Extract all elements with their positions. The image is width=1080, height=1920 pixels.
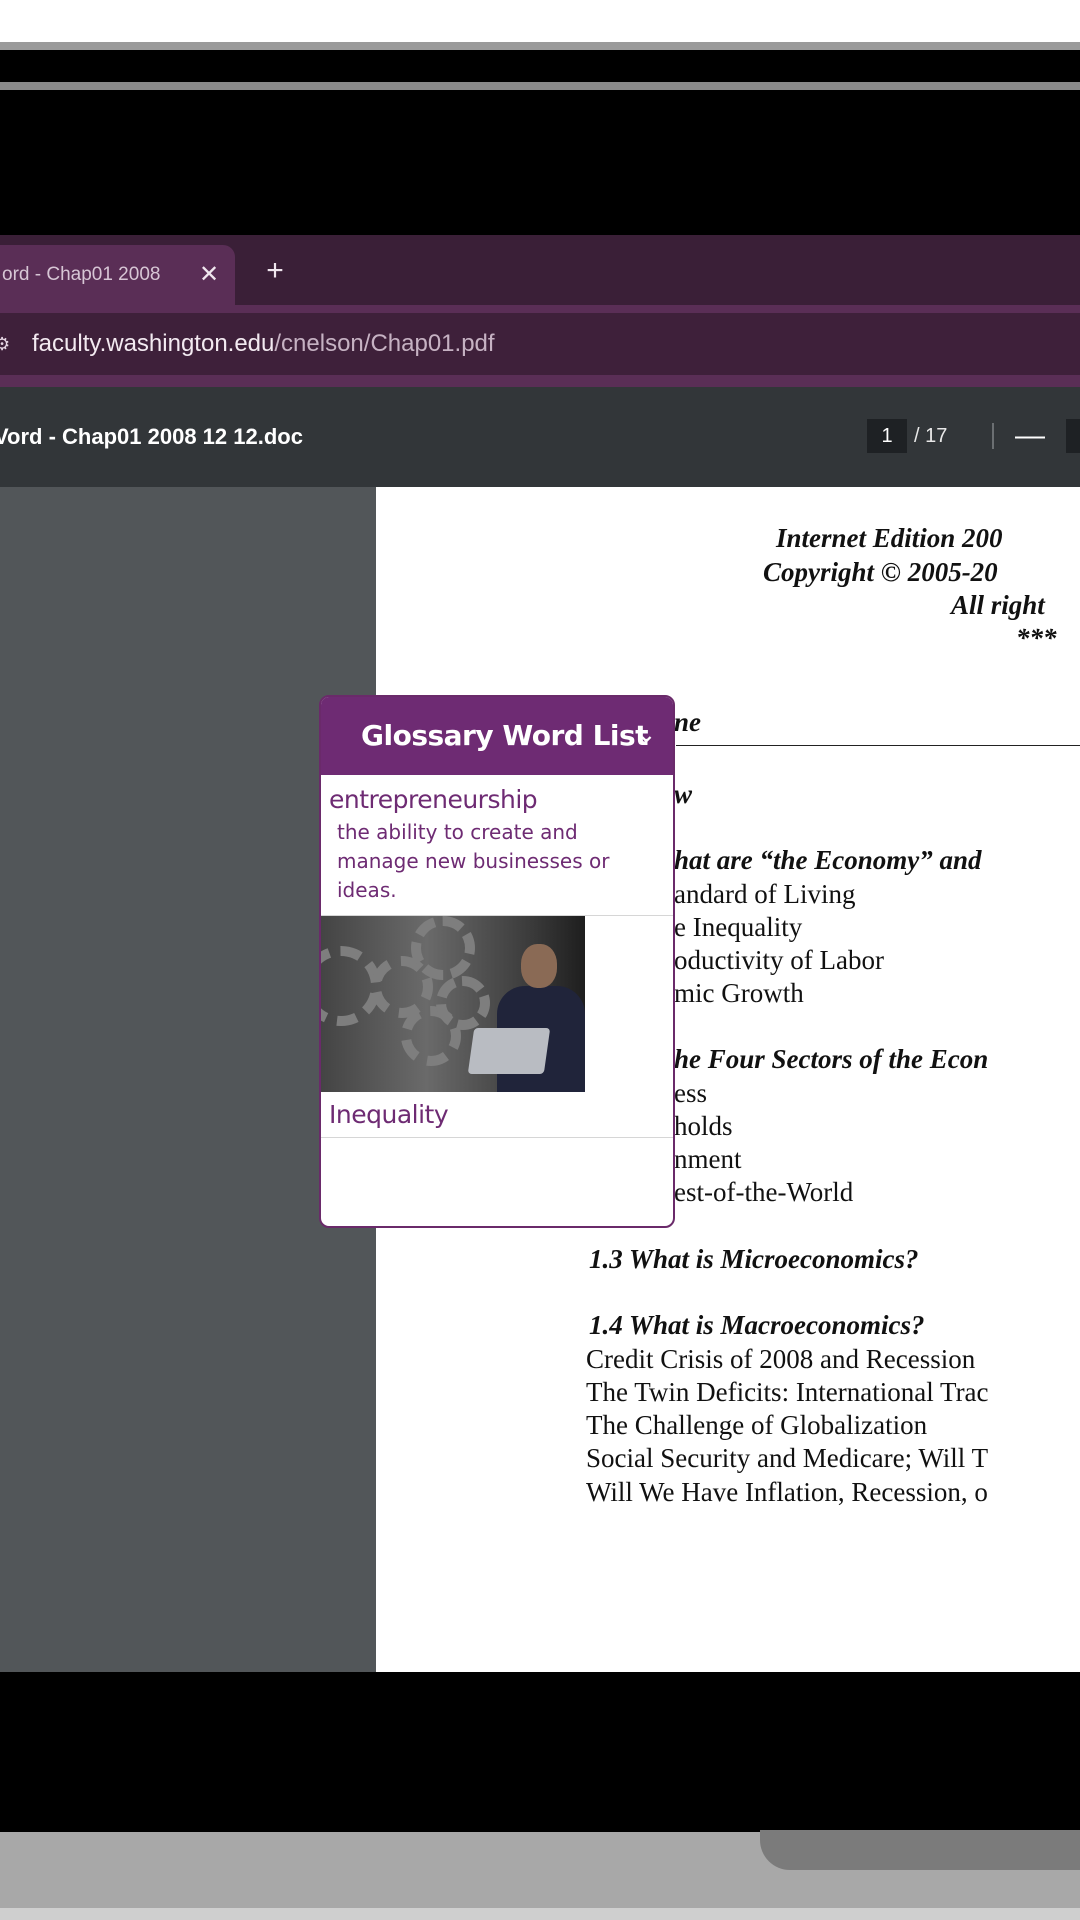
tab-title: ord - Chap01 2008 — [2, 264, 161, 285]
section-1-3-item: nment — [674, 1144, 742, 1174]
close-icon[interactable]: ✕ — [196, 245, 222, 305]
site-info-icon[interactable]: ⚙ — [0, 331, 18, 357]
new-tab-button[interactable]: + — [258, 251, 292, 291]
pdf-toolbar: Vord - Chap01 2008 12 12.doc 1 / 17 — — [0, 387, 1080, 487]
pdf-document-title: Vord - Chap01 2008 12 12.doc — [0, 424, 303, 449]
section-1-3-item: ess — [674, 1078, 707, 1108]
header-line-4: *** — [1016, 623, 1057, 653]
macro-item: Social Security and Medicare; Will T — [586, 1443, 989, 1473]
glossary-separator — [321, 1137, 673, 1138]
bottom-pill-shape — [760, 1830, 1080, 1870]
glossary-image — [321, 916, 585, 1092]
section-1-1-fragment: w — [674, 779, 693, 809]
url-path: /cnelson/Chap01.pdf — [274, 330, 495, 357]
header-line-3: All right — [951, 590, 1045, 620]
section-1-2-item: e Inequality — [674, 912, 803, 942]
section-1-3-item: holds — [674, 1111, 733, 1141]
bottom-black-area — [0, 1672, 1080, 1832]
page-number-input[interactable]: 1 — [867, 419, 907, 453]
url-text: faculty.washington.edu/cnelson/Chap01.pd… — [32, 313, 495, 375]
outline-heading: ne — [674, 707, 701, 737]
micro-title: 1.3 What is Microeconomics? — [589, 1244, 919, 1274]
macro-title: 1.4 What is Macroeconomics? — [589, 1310, 925, 1340]
zoom-level-input[interactable] — [1066, 419, 1080, 453]
gear-icon — [411, 916, 475, 980]
url-host: faculty.washington.edu — [32, 330, 275, 357]
section-1-2-title: hat are “the Economy” and — [674, 845, 982, 875]
outline-rule — [676, 745, 1080, 746]
bottom-light-band — [0, 1908, 1080, 1920]
macro-item: The Challenge of Globalization — [586, 1410, 928, 1440]
active-tab[interactable]: ord - Chap01 2008 ✕ — [0, 245, 235, 305]
glossary-header[interactable]: Glossary Word List ⌄ — [321, 697, 673, 775]
glossary-definition: the ability to create and manage new bus… — [337, 820, 610, 902]
section-1-3-fragment-title: he Four Sectors of the Econ — [674, 1044, 989, 1074]
header-line-1: Internet Edition 200 — [776, 523, 1003, 553]
macro-item: Will We Have Inflation, Recession, o — [586, 1477, 988, 1507]
glossary-term[interactable]: entrepreneurship — [321, 775, 673, 814]
top-black-strip — [0, 50, 1080, 82]
zoom-out-button[interactable]: — — [1012, 419, 1048, 453]
top-white-bar — [0, 0, 1080, 42]
macro-item: Credit Crisis of 2008 and Recession — [586, 1344, 976, 1374]
toolbar-divider — [992, 423, 994, 449]
glossary-term[interactable]: Inequality — [321, 1092, 673, 1137]
header-line-2: Copyright © 2005-20 — [763, 557, 998, 587]
laptop-icon — [467, 1028, 551, 1074]
section-1-2-item: andard of Living — [674, 879, 856, 909]
person-head — [521, 944, 557, 988]
section-1-2-item: oductivity of Labor — [674, 945, 884, 975]
tab-strip: ord - Chap01 2008 ✕ + — [0, 235, 1080, 305]
top-black-area — [0, 90, 1080, 235]
glossary-title: Glossary Word List — [361, 719, 649, 752]
top-gray-band-2 — [0, 82, 1080, 90]
section-1-2-item: mic Growth — [674, 978, 804, 1008]
gear-icon — [436, 976, 490, 1030]
page-total: / 17 — [914, 425, 948, 447]
glossary-popup: Glossary Word List ⌄ entrepreneurship th… — [319, 695, 675, 1228]
section-1-3-item: est-of-the-World — [674, 1177, 854, 1207]
address-bar[interactable]: ⚙ faculty.washington.edu/cnelson/Chap01.… — [0, 313, 1080, 375]
chevron-down-icon[interactable]: ⌄ — [637, 697, 655, 775]
top-gray-band — [0, 42, 1080, 50]
macro-item: The Twin Deficits: International Trac — [586, 1377, 989, 1407]
browser-toolbar: ⚙ faculty.washington.edu/cnelson/Chap01.… — [0, 305, 1080, 387]
